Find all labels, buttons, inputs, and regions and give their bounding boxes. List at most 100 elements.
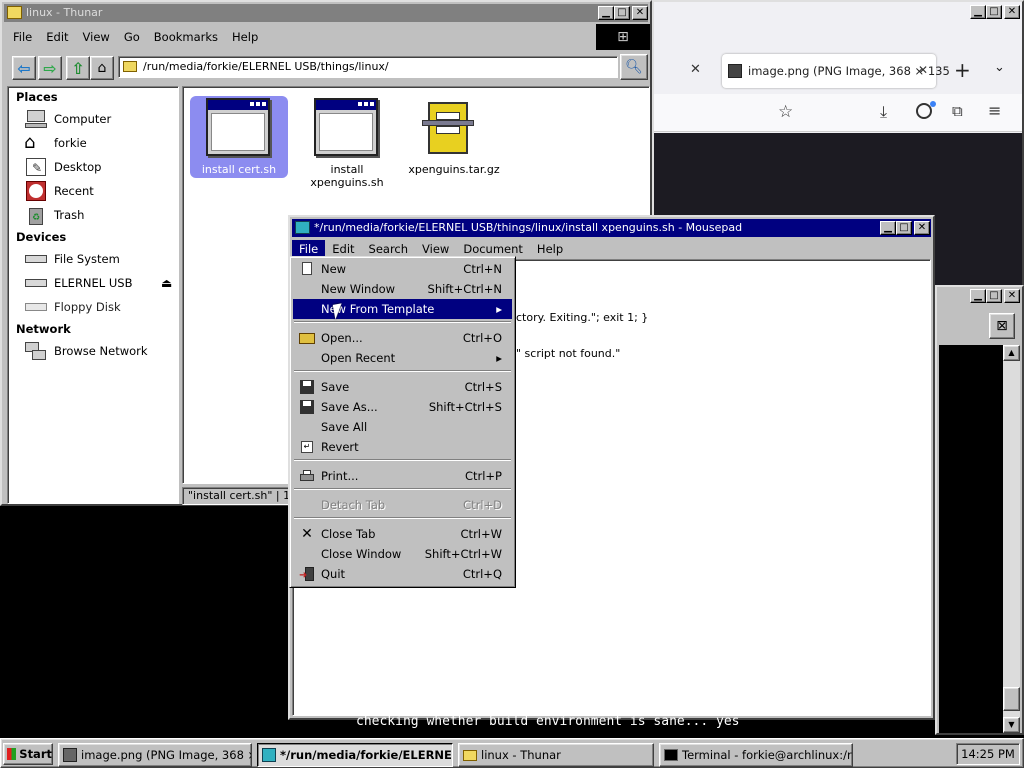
browser-window-buttons: ▁ □ ✕: [970, 5, 1020, 19]
menu-item-open[interactable]: Open... Ctrl+O: [293, 328, 512, 348]
menu-help[interactable]: Help: [530, 240, 570, 258]
maximize-button[interactable]: □: [986, 5, 1002, 19]
menu-go[interactable]: Go: [117, 28, 147, 46]
sidebar-item-label: Desktop: [54, 160, 102, 174]
archive-file-icon[interactable]: [422, 98, 476, 156]
close-button[interactable]: ✕: [1004, 5, 1020, 19]
window-title: linux - Thunar: [26, 6, 103, 19]
window-title: */run/media/forkie/ELERNEL USB/things/li…: [314, 221, 743, 234]
menu-help[interactable]: Help: [225, 28, 265, 46]
new-tab-icon[interactable]: +: [954, 58, 971, 82]
maximize-button[interactable]: □: [896, 221, 912, 235]
scroll-thumb[interactable]: [1003, 687, 1020, 711]
location-bar[interactable]: /run/media/forkie/ELERNEL USB/things/lin…: [118, 56, 618, 78]
search-icon[interactable]: 🔍︎: [620, 54, 648, 80]
sidebar-item-label: forkie: [54, 136, 87, 150]
taskbar-item-label: Terminal - forkie@archlinux:/run/...: [682, 748, 852, 762]
sidebar-item-desktop[interactable]: ✎ Desktop: [24, 156, 101, 178]
menu-item-close-tab[interactable]: ✕ Close Tab Ctrl+W: [293, 524, 512, 544]
tab-list-chevron-icon[interactable]: ⌄: [994, 60, 1005, 75]
menu-item-new-from-template[interactable]: New From Template ▸: [293, 299, 512, 319]
sidebar-item-usb[interactable]: ELERNEL USB: [24, 272, 132, 294]
submenu-arrow-icon: ▸: [496, 302, 502, 316]
new-doc-icon: [299, 262, 315, 276]
editor-text-line: " script not found.": [516, 347, 621, 360]
thunar-menubar: File Edit View Go Bookmarks Help: [6, 28, 265, 46]
file-menu-dropdown: New Ctrl+N New Window Shift+Ctrl+N New F…: [289, 256, 516, 588]
terminal-scrollbar[interactable]: ▲ ▼: [1003, 345, 1020, 733]
taskbar-item-label: image.png (PNG Image, 368 × 13...: [81, 748, 251, 762]
menu-view[interactable]: View: [76, 28, 117, 46]
menu-item-print[interactable]: Print... Ctrl+P: [293, 466, 512, 486]
menu-item-save[interactable]: Save Ctrl+S: [293, 377, 512, 397]
taskbar-item-thunar[interactable]: linux - Thunar: [458, 743, 654, 767]
script-file-icon[interactable]: [314, 98, 378, 156]
menu-edit[interactable]: Edit: [39, 28, 75, 46]
places-header: Places: [16, 90, 58, 104]
computer-icon: [24, 109, 48, 129]
download-icon[interactable]: ⤓: [880, 102, 887, 122]
quit-icon: ➜: [299, 567, 315, 581]
menu-file[interactable]: File: [6, 28, 39, 46]
tab-close-icon-left[interactable]: ✕: [690, 62, 701, 77]
forward-button[interactable]: ⇨: [38, 56, 62, 80]
sidebar-item-recent[interactable]: Recent: [24, 180, 94, 202]
revert-icon: ↵: [299, 440, 315, 454]
sidebar-item-filesystem[interactable]: File System: [24, 248, 120, 270]
open-folder-icon: [299, 331, 315, 345]
editor-text-line: ctory. Exiting."; exit 1; }: [516, 311, 649, 324]
menu-item-revert[interactable]: ↵ Revert: [293, 437, 512, 457]
menu-item-quit[interactable]: ➜ Quit Ctrl+Q: [293, 564, 512, 584]
home-icon: ⌂: [24, 132, 36, 153]
terminal-fullscreen-icon[interactable]: ⊠: [989, 313, 1015, 339]
close-button[interactable]: ✕: [1004, 289, 1020, 303]
menu-item-save-all[interactable]: Save All: [293, 417, 512, 437]
taskbar-item-label: linux - Thunar: [481, 748, 561, 762]
sidebar-item-floppy[interactable]: Floppy Disk: [24, 296, 121, 318]
scroll-down-button[interactable]: ▼: [1003, 717, 1020, 733]
sidebar-item-label: Recent: [54, 184, 94, 198]
close-button[interactable]: ✕: [914, 221, 930, 235]
hamburger-menu-icon[interactable]: ≡: [988, 101, 1001, 120]
back-button[interactable]: ⇦: [12, 56, 36, 80]
menu-item-open-recent[interactable]: Open Recent ▸: [293, 348, 512, 368]
sidebar-item-computer[interactable]: Computer: [24, 108, 111, 130]
menu-separator: [294, 488, 511, 490]
eject-icon[interactable]: ⏏: [161, 276, 172, 290]
drive-icon: [24, 249, 48, 269]
close-x-icon: ✕: [301, 526, 313, 542]
maximize-button[interactable]: □: [614, 6, 630, 20]
menu-item-close-window[interactable]: Close Window Shift+Ctrl+W: [293, 544, 512, 564]
maximize-button[interactable]: □: [986, 289, 1002, 303]
home-button[interactable]: ⌂: [90, 56, 114, 80]
start-label: Start: [19, 747, 52, 761]
scroll-up-button[interactable]: ▲: [1003, 345, 1020, 361]
trash-icon: ♻: [24, 205, 48, 225]
menu-item-save-as[interactable]: Save As... Shift+Ctrl+S: [293, 397, 512, 417]
start-button[interactable]: Start: [3, 743, 53, 765]
taskbar-item-browser[interactable]: image.png (PNG Image, 368 × 13...: [58, 743, 252, 767]
sidebar-item-browse-network[interactable]: Browse Network: [24, 340, 148, 362]
menu-item-new-window[interactable]: New Window Shift+Ctrl+N: [293, 279, 512, 299]
mousepad-titlebar: */run/media/forkie/ELERNEL USB/things/li…: [292, 219, 931, 237]
image-icon: [63, 748, 77, 762]
minimize-button[interactable]: ▁: [970, 289, 986, 303]
sidebar-item-label: Computer: [54, 112, 112, 126]
minimize-button[interactable]: ▁: [970, 5, 986, 19]
up-button[interactable]: ⇧: [66, 56, 90, 80]
bookmark-star-icon[interactable]: ☆: [778, 102, 793, 122]
menu-bookmarks[interactable]: Bookmarks: [147, 28, 225, 46]
minimize-button[interactable]: ▁: [598, 6, 614, 20]
extensions-puzzle-icon[interactable]: ⧉: [952, 102, 963, 120]
sidebar-item-trash[interactable]: ♻ Trash: [24, 204, 84, 226]
network-header: Network: [16, 322, 71, 336]
taskbar-item-terminal[interactable]: Terminal - forkie@archlinux:/run/...: [659, 743, 853, 767]
notification-dot: [930, 101, 936, 107]
menu-item-new[interactable]: New Ctrl+N: [293, 259, 512, 279]
sidebar-item-forkie[interactable]: ⌂ forkie: [24, 132, 87, 154]
minimize-button[interactable]: ▁: [880, 221, 896, 235]
close-button[interactable]: ✕: [632, 6, 648, 20]
taskbar-item-mousepad[interactable]: */run/media/forkie/ELERNE...: [257, 743, 453, 767]
file-label: install xpenguins.sh: [310, 163, 384, 189]
tab-close-icon[interactable]: ✕: [918, 63, 928, 77]
